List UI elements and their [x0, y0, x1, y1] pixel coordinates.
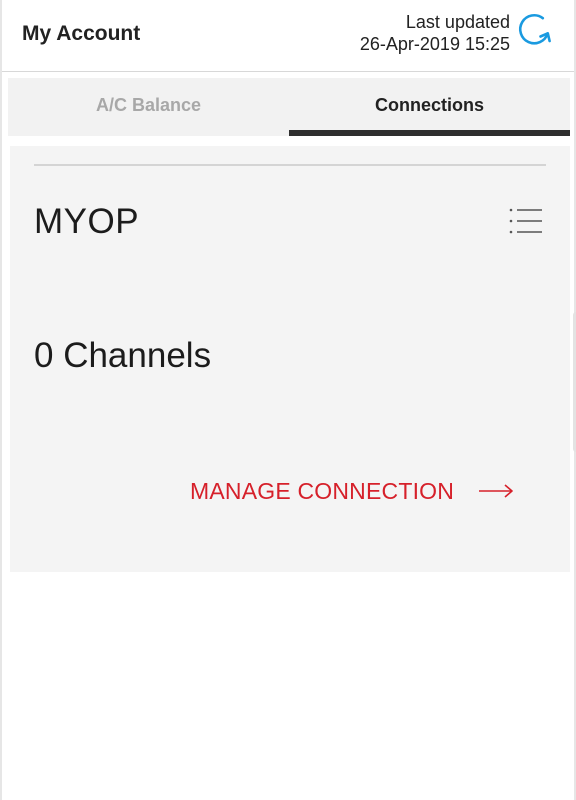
- card-divider: [34, 164, 546, 166]
- connection-name: MYOP: [34, 202, 140, 241]
- manage-connection-label: MANAGE CONNECTION: [190, 477, 455, 504]
- tab-ac-balance[interactable]: A/C Balance: [8, 78, 289, 136]
- tab-connections[interactable]: Connections: [289, 78, 570, 136]
- connection-card: MYOP 0 Channels MANAGE CONNECTION: [10, 146, 570, 572]
- refresh-icon[interactable]: [516, 11, 552, 47]
- channels-count: 0 Channels: [34, 336, 212, 375]
- last-updated-info: Last updated 26-Apr-2019 15:25: [360, 11, 510, 55]
- app-header: My Account Last updated 26-Apr-2019 15:2…: [2, 0, 574, 72]
- manage-connection-link[interactable]: MANAGE CONNECTION: [190, 476, 514, 506]
- list-menu-icon[interactable]: [508, 206, 544, 236]
- active-tab-indicator: [289, 130, 570, 136]
- last-updated-timestamp: 26-Apr-2019 15:25: [359, 34, 510, 54]
- tab-bar: A/C Balance Connections: [8, 78, 570, 136]
- app-screen: My Account Last updated 26-Apr-2019 15:2…: [0, 0, 576, 800]
- page-title: My Account: [22, 22, 141, 45]
- last-updated-label: Last updated: [405, 12, 510, 32]
- arrow-right-icon: [479, 484, 513, 498]
